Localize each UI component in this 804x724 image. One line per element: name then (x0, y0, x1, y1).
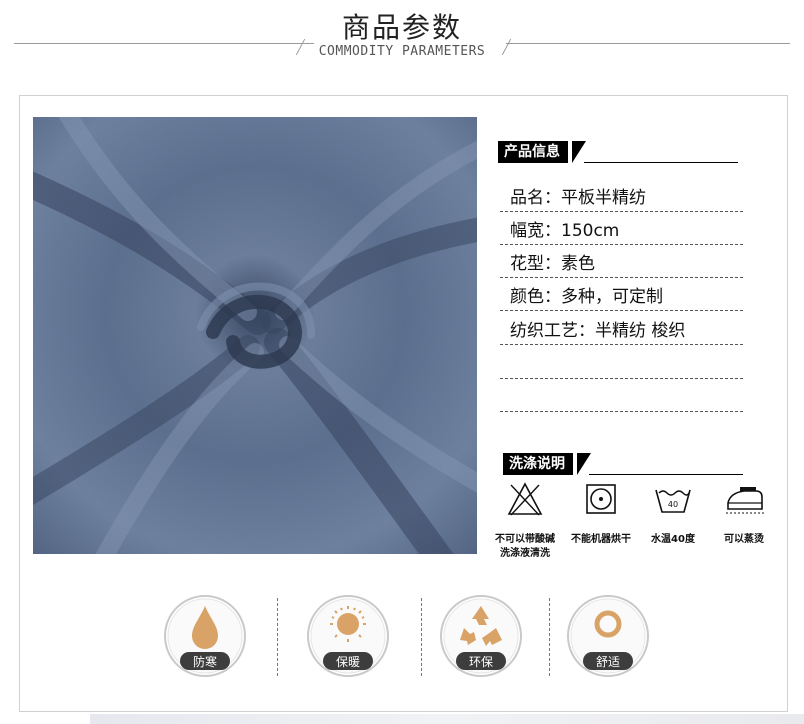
no-tumble-dry-icon (586, 484, 616, 514)
feature-label: 环保 (469, 655, 493, 669)
tag-underline (584, 162, 738, 163)
care-heading: 洗涤说明 (503, 453, 743, 475)
info-row-empty-2 (500, 378, 743, 412)
steam-iron-icon (726, 487, 764, 514)
feature-comfort: 舒适 (567, 595, 649, 677)
care-label: 可以蒸烫 (724, 534, 764, 545)
care-label: 不能机器烘干 (571, 534, 631, 545)
care-tag: 洗涤说明 (503, 453, 573, 475)
product-info-tag: 产品信息 (498, 141, 568, 163)
feature-divider (549, 598, 550, 676)
info-row-empty-1 (500, 345, 743, 379)
no-bleach-triangle-icon (507, 482, 543, 516)
care-item-no-tumble: 不能机器烘干 (566, 481, 636, 547)
info-row-width: 幅宽：150cm (500, 211, 743, 245)
bottom-image-strip (90, 714, 804, 724)
info-row-color: 颜色：多种，可定制 (500, 277, 743, 311)
feature-divider (421, 598, 422, 676)
info-row-weave: 纺织工艺：半精纺 梭织 (500, 311, 743, 345)
feature-cold-proof: 防寒 (164, 595, 246, 677)
info-row-pattern: 花型：素色 (500, 244, 743, 278)
care-item-no-bleach: 不可以带酸碱 洗涤液清洗 (487, 481, 563, 561)
feature-label: 舒适 (596, 655, 620, 669)
care-label: 不可以带酸碱 (495, 534, 555, 545)
tag-underline (589, 474, 743, 475)
product-info-heading: 产品信息 (498, 141, 738, 163)
care-item-steam: 可以蒸烫 (711, 481, 777, 547)
page-subtitle: COMMODITY PARAMETERS (318, 44, 486, 59)
wash-tub-40-icon: 40 (655, 489, 691, 513)
info-row-name: 品名：平板半精纺 (500, 178, 743, 212)
care-item-wash-40: 40 水温40度 (640, 481, 706, 547)
tag-arrow (577, 453, 591, 475)
care-label: 水温40度 (651, 534, 695, 545)
feature-label: 保暖 (336, 655, 360, 669)
feature-divider (277, 598, 278, 676)
feature-warmth: 保暖 (307, 595, 389, 677)
feature-label: 防寒 (193, 654, 217, 669)
care-label: 洗涤液清洗 (500, 548, 550, 559)
tag-arrow (572, 141, 586, 163)
feature-eco: 环保 (440, 595, 522, 677)
page-title: 商品参数 (341, 11, 462, 44)
svg-text:40: 40 (668, 500, 678, 509)
fabric-photo (33, 117, 477, 554)
